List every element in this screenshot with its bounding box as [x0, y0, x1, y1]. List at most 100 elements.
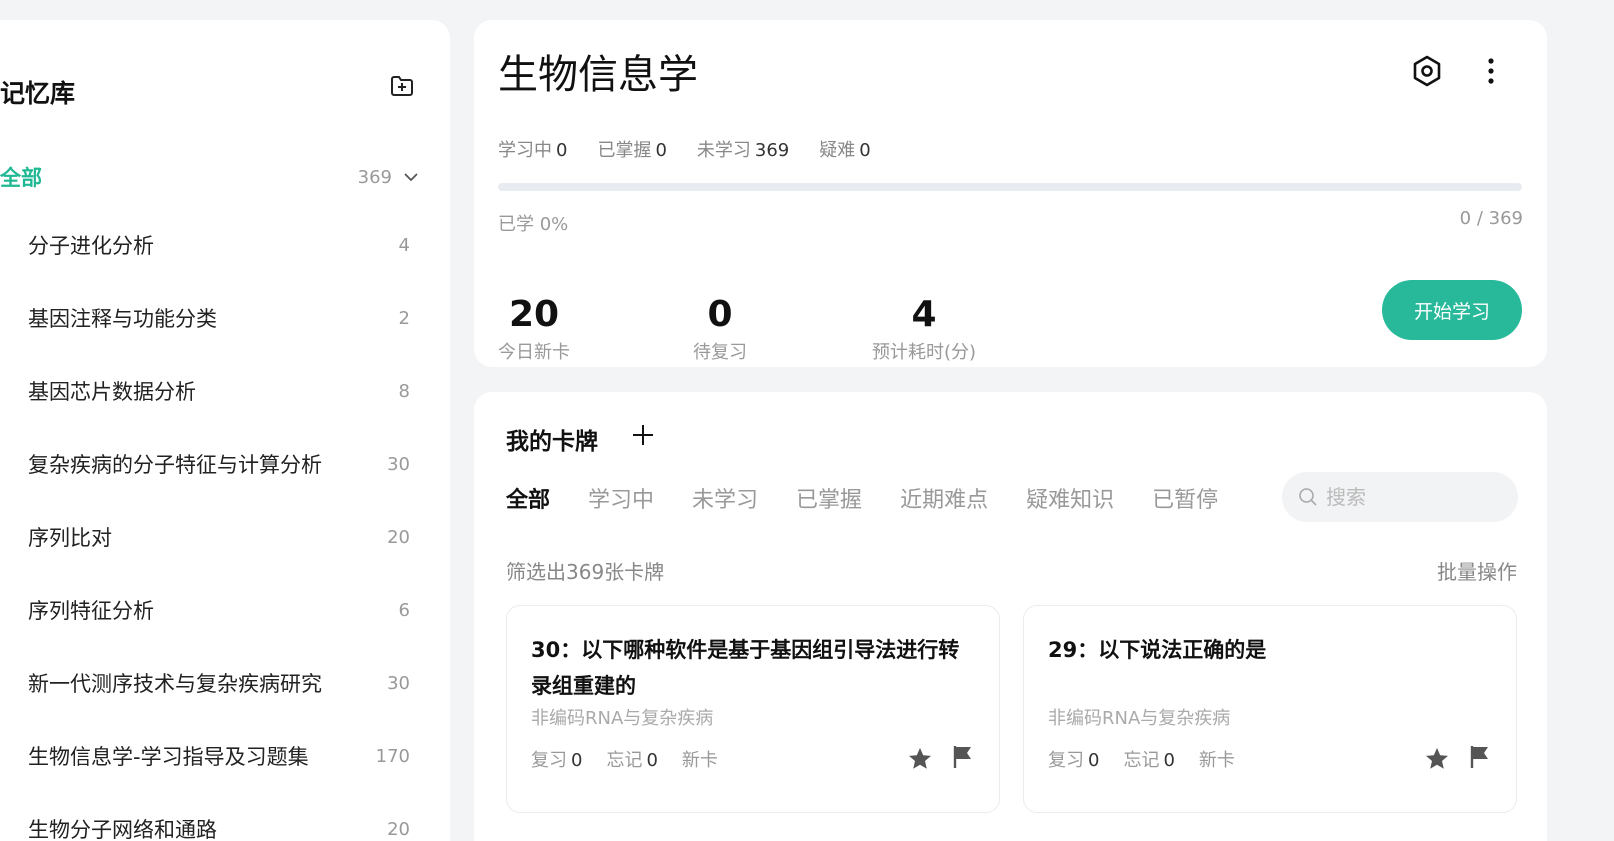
metric-estimated-time: 4 预计耗时(分): [872, 296, 976, 364]
card-filter-tabs: 全部 学习中 未学习 已掌握 近期难点 疑难知识 已暂停: [506, 482, 1218, 514]
metric-value: 20: [508, 294, 560, 335]
chevron-down-icon[interactable]: [402, 168, 420, 186]
batch-operation-button[interactable]: 批量操作: [1437, 556, 1517, 585]
card-forget-stat: 忘记 0: [1123, 746, 1174, 772]
metric-value: 0: [707, 294, 733, 335]
tab-difficult-knowledge[interactable]: 疑难知识: [1026, 482, 1114, 514]
filter-result-count: 筛选出369张卡牌: [506, 560, 665, 584]
page-title: 生物信息学: [498, 52, 698, 98]
stat-value: 0: [655, 140, 667, 161]
sidebar-item-count: 170: [375, 745, 410, 767]
card-forget-stat: 忘记 0: [606, 746, 657, 772]
tab-mastered[interactable]: 已掌握: [796, 482, 862, 514]
sidebar-item-count: 6: [398, 599, 410, 621]
stat-value: 0: [571, 750, 583, 771]
sidebar-item-label: 复杂疾病的分子特征与计算分析: [28, 453, 322, 477]
progress-bar: [498, 183, 1522, 191]
metric-new-cards: 20 今日新卡: [498, 296, 570, 364]
metric-caption: 待复习: [693, 342, 747, 363]
progress-count: 0 / 369: [1459, 208, 1523, 229]
sidebar-item[interactable]: 序列特征分析 6: [28, 590, 410, 630]
tab-paused[interactable]: 已暂停: [1152, 482, 1218, 514]
section-title: 我的卡牌: [506, 429, 598, 455]
sidebar-item-count: 30: [387, 453, 410, 475]
stat-label: 学习中: [498, 140, 552, 161]
progress-label: 已学 0%: [498, 214, 569, 235]
stat-value: 0: [646, 750, 658, 771]
stat-unlearned: 未学习 369: [697, 136, 789, 162]
card-status: 新卡: [681, 750, 718, 771]
sidebar-title: 记忆库: [0, 79, 76, 108]
stat-value: 369: [754, 140, 790, 161]
star-icon[interactable]: [1424, 746, 1450, 772]
card-review-stat: 复习 0: [531, 746, 582, 772]
folder-add-icon[interactable]: [388, 72, 416, 100]
sidebar-item-label: 生物分子网络和通路: [28, 818, 217, 841]
settings-icon[interactable]: [1410, 54, 1444, 88]
card-stats: 复习 0 忘记 0 新卡: [531, 746, 718, 772]
my-cards-panel: 我的卡牌 全部 学习中 未学习 已掌握 近期难点 疑难知识 已暂停 筛选出369…: [474, 392, 1547, 841]
sidebar-item-count: 369: [357, 166, 392, 188]
sidebar-item-count: 20: [387, 818, 410, 840]
metric-review: 0 待复习: [690, 296, 750, 364]
sidebar-item[interactable]: 序列比对 20: [28, 517, 410, 557]
stat-label: 复习: [1048, 750, 1084, 771]
more-vertical-icon[interactable]: [1476, 54, 1506, 88]
card-title: 29：以下说法正确的是: [1048, 638, 1267, 662]
plus-icon[interactable]: [630, 422, 656, 448]
stat-value: 0: [859, 140, 871, 161]
sidebar-item-count: 30: [387, 672, 410, 694]
sidebar-item-label: 序列比对: [28, 526, 112, 550]
stat-label: 复习: [531, 750, 567, 771]
search-input[interactable]: [1326, 485, 1496, 509]
sidebar-item-count: 20: [387, 526, 410, 548]
stat-label: 疑难: [819, 140, 856, 161]
deck-stats: 学习中 0 已掌握 0 未学习 369 疑难 0: [498, 136, 871, 162]
sidebar-item[interactable]: 生物信息学-学习指导及习题集 170: [28, 736, 410, 776]
flag-icon[interactable]: [951, 744, 975, 770]
search-box: [1282, 472, 1518, 522]
tab-unlearned[interactable]: 未学习: [692, 482, 758, 514]
stat-learning: 学习中 0: [498, 136, 567, 162]
card-category: 非编码RNA与复杂疾病: [531, 708, 714, 729]
metric-value: 4: [911, 294, 937, 335]
stat-label: 未学习: [696, 140, 751, 161]
sidebar-item-label: 生物信息学-学习指导及习题集: [28, 745, 309, 769]
sidebar-item-count: 2: [398, 307, 410, 329]
sidebar-item-all[interactable]: 全部 369: [0, 157, 420, 197]
card-category: 非编码RNA与复杂疾病: [1048, 708, 1231, 729]
tab-all[interactable]: 全部: [506, 482, 550, 514]
sidebar-item[interactable]: 复杂疾病的分子特征与计算分析 30: [28, 444, 410, 484]
start-learning-button[interactable]: 开始学习: [1382, 280, 1522, 340]
card-stats: 复习 0 忘记 0 新卡: [1048, 746, 1235, 772]
deck-summary-card: 生物信息学 学习中 0 已掌握 0 未学习 369 疑难 0 已学 0% 0 / 369…: [474, 20, 1547, 367]
stat-label: 已掌握: [597, 140, 652, 161]
stat-difficult: 疑难 0: [819, 136, 870, 162]
star-icon[interactable]: [907, 746, 933, 772]
sidebar-item[interactable]: 生物分子网络和通路 20: [28, 809, 410, 841]
card-title: 30：以下哪种软件是基于基因组引导法进行转录组重建的: [531, 638, 960, 698]
sidebar-item-label: 基因注释与功能分类: [28, 307, 217, 331]
sidebar-item-count: 4: [398, 234, 410, 256]
metric-caption: 今日新卡: [498, 342, 570, 363]
sidebar-item[interactable]: 新一代测序技术与复杂疾病研究 30: [28, 663, 410, 703]
card-review-stat: 复习 0: [1048, 746, 1099, 772]
card-item[interactable]: 29：以下说法正确的是 非编码RNA与复杂疾病 复习 0 忘记 0 新卡: [1023, 605, 1517, 813]
card-item[interactable]: 30：以下哪种软件是基于基因组引导法进行转录组重建的 非编码RNA与复杂疾病 复…: [506, 605, 1000, 813]
memory-library-sidebar: 记忆库 全部 369 分子进化分析 4 基因注释与功能分类 2 基因芯片数据分析…: [0, 20, 450, 841]
card-status: 新卡: [1198, 750, 1235, 771]
sidebar-item[interactable]: 分子进化分析 4: [28, 225, 410, 265]
sidebar-item[interactable]: 基因注释与功能分类 2: [28, 298, 410, 338]
stat-label: 忘记: [606, 750, 643, 771]
tab-recent-difficult[interactable]: 近期难点: [900, 482, 988, 514]
tab-learning[interactable]: 学习中: [588, 482, 654, 514]
stat-label: 忘记: [1123, 750, 1160, 771]
stat-mastered: 已掌握 0: [597, 136, 666, 162]
stat-value: 0: [1088, 750, 1100, 771]
sidebar-item[interactable]: 基因芯片数据分析 8: [28, 371, 410, 411]
stat-value: 0: [1163, 750, 1175, 771]
sidebar-item-label: 全部: [0, 166, 42, 190]
sidebar-item-label: 序列特征分析: [28, 599, 154, 623]
stat-value: 0: [556, 140, 568, 161]
flag-icon[interactable]: [1468, 744, 1492, 770]
